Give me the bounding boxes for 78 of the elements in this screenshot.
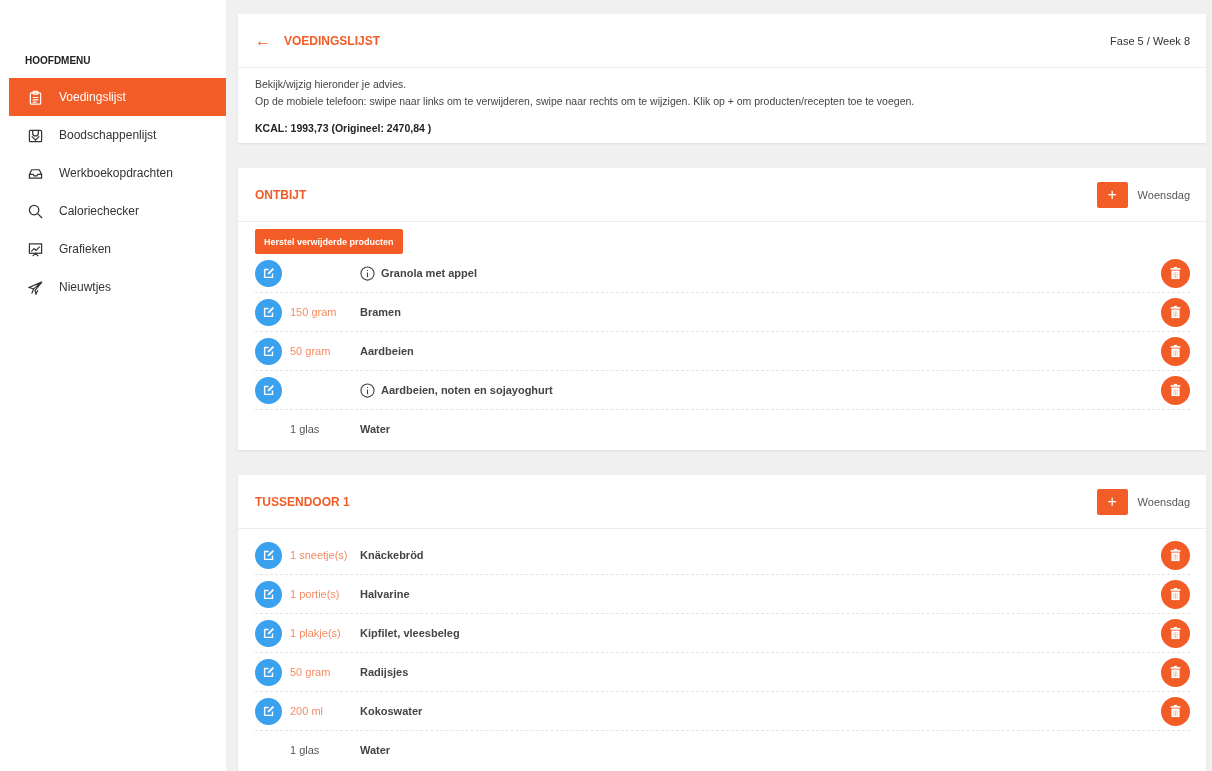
amount-text: 150 gram [290, 306, 337, 318]
info-icon[interactable] [360, 382, 375, 398]
amount-text: 200 ml [290, 705, 324, 717]
product-name: Water [360, 744, 392, 756]
product-name: Aardbeien [360, 345, 415, 357]
edit-button[interactable] [255, 259, 282, 287]
trash-icon [1169, 587, 1182, 601]
edit-button[interactable] [255, 337, 282, 365]
edit-button[interactable] [255, 697, 282, 725]
product-name: Aardbeien, noten en sojayoghurt [381, 384, 554, 396]
amount-text: 1 glas [290, 423, 320, 435]
edit-icon [261, 626, 276, 640]
sidebar-item[interactable]: Grafieken [9, 230, 226, 268]
meal-title: TUSSENDOOR 1 [255, 494, 351, 509]
delete-button[interactable] [1161, 579, 1190, 609]
edit-icon [261, 587, 276, 601]
page-title: VOEDINGSLIJST [284, 33, 382, 48]
product-name: Water [360, 423, 392, 435]
delete-button[interactable] [1161, 258, 1190, 288]
product-name: Halvarine [360, 588, 411, 600]
delete-button[interactable] [1161, 375, 1190, 405]
delete-button[interactable] [1161, 618, 1190, 648]
delete-button[interactable] [1161, 657, 1190, 687]
amount-text: 1 plakje(s) [290, 627, 341, 639]
trash-icon [1169, 305, 1182, 319]
edit-button[interactable] [255, 298, 282, 326]
edit-icon [261, 266, 276, 280]
trash-icon [1169, 344, 1182, 358]
edit-icon [261, 704, 276, 718]
delete-button[interactable] [1161, 336, 1190, 366]
edit-button[interactable] [255, 580, 282, 608]
meal-title: ONTBIJT [255, 187, 308, 202]
trash-icon [1169, 665, 1182, 679]
edit-icon [261, 665, 276, 679]
instruction-text: Op de mobiele telefoon: swipe naar links om te verwijderen, swipe naar rechts om te wijzigen. Klik op + om producten/recepten toe te voegen. [255, 94, 916, 109]
trash-icon [1169, 626, 1182, 640]
edit-button[interactable] [255, 619, 282, 647]
delete-button[interactable] [1161, 696, 1190, 726]
amount-text: 1 sneetje(s) [290, 549, 348, 561]
phase-label: Fase 5 / Week 8 [1110, 34, 1190, 47]
product-name: Kipfilet, vleesbeleg [360, 627, 461, 639]
amount-text: 50 gram [290, 666, 331, 678]
search-icon [28, 203, 43, 219]
edit-button[interactable] [255, 376, 282, 404]
sidebar-item[interactable]: Werkboekopdrachten [9, 154, 226, 192]
amount-text: 50 gram [290, 345, 331, 357]
edit-icon [261, 383, 276, 397]
product-name: Granola met appel [381, 267, 478, 279]
instruction-text: Bekijk/wijzig hieronder je advies. [255, 77, 408, 92]
amount-text: 1 portie(s) [290, 588, 340, 600]
trash-icon [1169, 548, 1182, 562]
day-label: Woensdag [1137, 495, 1190, 508]
edit-button[interactable] [255, 658, 282, 686]
paper-plane-icon [28, 279, 43, 295]
basket-icon [28, 127, 43, 143]
edit-icon [261, 548, 276, 562]
trash-icon [1169, 383, 1182, 397]
clipboard-icon [28, 89, 43, 105]
edit-icon [261, 344, 276, 358]
trash-icon [1169, 266, 1182, 280]
info-icon[interactable] [360, 265, 375, 281]
product-name: Radijsjes [360, 666, 410, 678]
trash-icon [1169, 704, 1182, 718]
delete-button[interactable] [1161, 540, 1190, 570]
amount-text: 1 glas [290, 744, 320, 756]
product-name: Knäckebröd [360, 549, 425, 561]
edit-icon [261, 305, 276, 319]
kcal-summary: KCAL: 1993,73 (Origineel: 2470,84 ) [255, 122, 433, 134]
sidebar-item[interactable]: Caloriechecker [9, 192, 226, 230]
edit-button[interactable] [255, 541, 282, 569]
product-name: Kokoswater [360, 705, 424, 717]
menu-heading: HOOFDMENU [24, 55, 92, 68]
delete-button[interactable] [1161, 297, 1190, 327]
day-label: Woensdag [1137, 188, 1190, 201]
product-name: Bramen [360, 306, 402, 318]
chart-board-icon [28, 241, 43, 257]
sidebar-item[interactable]: Boodschappenlijst [9, 116, 226, 154]
sidebar-item[interactable]: Nieuwtjes [9, 268, 226, 306]
